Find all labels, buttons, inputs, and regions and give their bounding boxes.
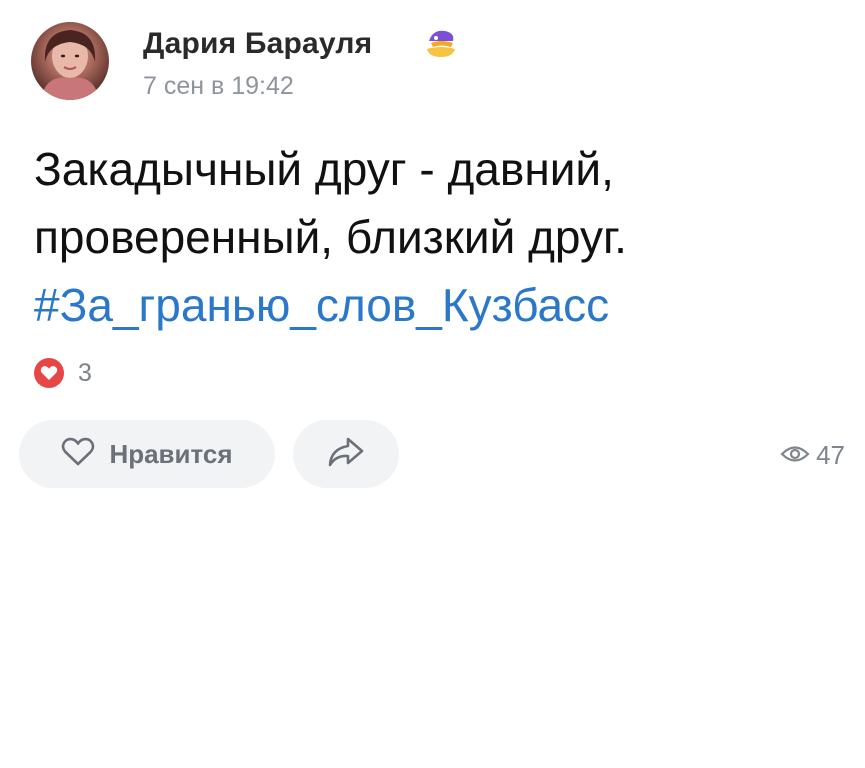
share-arrow-icon (326, 435, 366, 474)
like-button[interactable]: Нравится (19, 420, 275, 488)
hashtag-link[interactable]: #За_гранью_слов_Кузбасс (34, 271, 844, 339)
eye-icon (780, 440, 810, 471)
post-card: Дария Барауля 7 сен в 19:42 Закадычный д… (0, 0, 865, 768)
post-text-line: проверенный, близкий друг. (34, 211, 627, 263)
avatar[interactable] (31, 22, 109, 100)
reactions-count: 3 (78, 358, 92, 387)
post-date[interactable]: 7 сен в 19:42 (143, 72, 294, 101)
post-text-line: Закадычный друг - давний, (34, 143, 614, 195)
share-button[interactable] (293, 420, 399, 488)
reactions-summary[interactable]: 3 (34, 358, 92, 388)
heart-outline-icon (61, 437, 95, 472)
heart-icon (34, 358, 64, 388)
emoji-badge-icon (423, 27, 459, 61)
like-label: Нравится (109, 438, 233, 469)
post-text: Закадычный друг - давний, проверенный, б… (34, 135, 844, 339)
author-name[interactable]: Дария Барауля (143, 27, 372, 61)
views-counter: 47 (780, 440, 845, 471)
views-count: 47 (816, 440, 845, 470)
